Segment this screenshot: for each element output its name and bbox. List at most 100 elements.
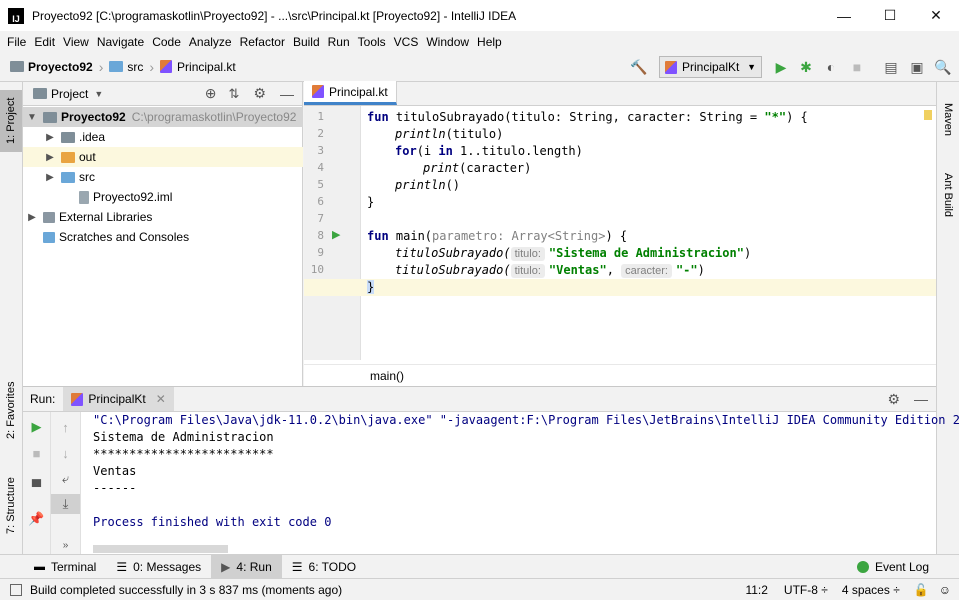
code-line-5[interactable]: println(): [395, 177, 460, 194]
scroll-to-end-icon[interactable]: ⤓: [51, 494, 80, 514]
run-tab[interactable]: PrincipalKt ✕: [63, 387, 174, 411]
stop-icon[interactable]: ■: [23, 443, 50, 463]
chevron-right-icon[interactable]: ▶: [43, 132, 57, 143]
file-encoding[interactable]: UTF-8 ÷: [784, 583, 828, 597]
menu-analyze[interactable]: Analyze: [185, 35, 236, 49]
code-line-8[interactable]: fun main(parametro: Array<String>) {: [367, 228, 627, 245]
menu-bar: File Edit View Navigate Code Analyze Ref…: [0, 31, 959, 52]
close-icon[interactable]: ✕: [156, 392, 166, 406]
tab-terminal[interactable]: ▬ Terminal: [24, 555, 106, 579]
editor-tab-principal[interactable]: Principal.kt: [304, 81, 397, 105]
favorites-tool-tab[interactable]: 2: Favorites: [0, 370, 22, 450]
tool-window-toggle-icon[interactable]: [10, 583, 22, 596]
close-button[interactable]: ✕: [913, 0, 959, 31]
terminal-window-icon[interactable]: ▣: [908, 58, 926, 76]
tree-item-label: out: [79, 150, 96, 164]
hide-panel-icon[interactable]: —: [280, 86, 294, 102]
run-gutter-icon[interactable]: ▶: [332, 228, 340, 241]
minimize-button[interactable]: —: [821, 0, 867, 31]
gear-icon[interactable]: ⚙: [887, 391, 900, 408]
chevron-down-icon[interactable]: ▼: [25, 112, 39, 123]
collapse-all-icon[interactable]: ⇅: [229, 86, 240, 102]
tree-item-src[interactable]: ▶ src: [23, 167, 303, 187]
run-icon[interactable]: ▶: [772, 58, 790, 76]
code-line-4[interactable]: print(caracter): [423, 160, 531, 177]
menu-file[interactable]: File: [3, 35, 30, 49]
breadcrumb-project[interactable]: Proyecto92: [28, 60, 93, 74]
menu-vcs[interactable]: VCS: [390, 35, 423, 49]
editor-breadcrumb-bar: main(): [304, 364, 936, 386]
tab-run[interactable]: ▶ 4: Run: [211, 554, 282, 579]
chevron-right-icon[interactable]: ▶: [43, 172, 57, 183]
event-log-tab[interactable]: Event Log: [847, 555, 939, 579]
line-number: 9: [317, 246, 324, 259]
status-message[interactable]: Build completed successfully in 3 s 837 …: [30, 583, 342, 597]
chevron-right-icon[interactable]: ▶: [25, 212, 39, 223]
menu-help[interactable]: Help: [473, 35, 506, 49]
caret-position[interactable]: 11:2: [745, 583, 767, 597]
structure-tool-tab[interactable]: 7: Structure: [0, 466, 22, 546]
tree-item-scratches[interactable]: Scratches and Consoles: [23, 227, 303, 247]
breadcrumb-file[interactable]: Principal.kt: [177, 60, 236, 74]
coverage-icon[interactable]: ◐: [822, 58, 840, 76]
tree-item-out[interactable]: ▶ out: [23, 147, 303, 167]
arrow-down-icon[interactable]: ↓: [51, 443, 80, 463]
gear-icon[interactable]: ⚙: [253, 85, 266, 102]
search-icon[interactable]: 🔍: [934, 58, 952, 76]
layout-icon[interactable]: ▀: [23, 476, 50, 496]
lock-icon[interactable]: 🔓: [914, 583, 929, 597]
arrow-up-icon[interactable]: ↑: [51, 417, 80, 437]
menu-view[interactable]: View: [59, 35, 93, 49]
tree-item-iml[interactable]: Proyecto92.iml: [23, 187, 303, 207]
breadcrumb-src[interactable]: src: [127, 60, 143, 74]
code-line-3[interactable]: for(i in 1..titulo.length): [395, 143, 583, 160]
code-line-6[interactable]: }: [367, 194, 374, 211]
code-line-1[interactable]: fun tituloSubrayado(titulo: String, cara…: [367, 109, 808, 126]
debug-icon[interactable]: ✱: [797, 58, 815, 76]
menu-tools[interactable]: Tools: [354, 35, 390, 49]
code-line-2[interactable]: println(titulo): [395, 126, 503, 143]
inspector-icon[interactable]: ☺: [939, 583, 951, 597]
hide-panel-icon[interactable]: —: [914, 391, 928, 407]
project-structure-icon[interactable]: ▤: [882, 58, 900, 76]
run-config-select[interactable]: PrincipalKt ▼: [659, 56, 762, 78]
horizontal-scrollbar[interactable]: [93, 545, 228, 553]
more-icon[interactable]: »: [51, 535, 80, 555]
project-tool-tab[interactable]: 1: Project: [0, 90, 22, 152]
kotlin-config-icon: [71, 392, 84, 406]
ant-build-tool-tab[interactable]: Ant Build: [937, 162, 959, 228]
soft-wrap-icon[interactable]: ⤶: [51, 469, 80, 489]
code-line-10[interactable]: tituloSubrayado(titulo: "Ventas", caracte…: [395, 262, 705, 279]
maven-tool-tab[interactable]: Maven: [937, 90, 959, 150]
todo-icon: ☰: [291, 559, 303, 574]
menu-run[interactable]: Run: [324, 35, 354, 49]
maximize-button[interactable]: ☐: [867, 0, 913, 31]
tree-item-project-root[interactable]: ▼ Proyecto92 C:\programaskotlin\Proyecto…: [23, 107, 303, 127]
tab-todo[interactable]: ☰ 6: TODO: [282, 555, 366, 579]
chevron-right-icon[interactable]: ▶: [43, 152, 57, 163]
console-line: Sistema de Administracion: [93, 430, 274, 444]
chevron-down-icon[interactable]: ▼: [94, 89, 103, 99]
tab-messages[interactable]: ☰ 0: Messages: [106, 555, 211, 579]
build-hammer-icon[interactable]: 🔨: [630, 58, 648, 76]
menu-refactor[interactable]: Refactor: [236, 35, 289, 49]
menu-edit[interactable]: Edit: [30, 35, 59, 49]
menu-build[interactable]: Build: [289, 35, 324, 49]
locate-icon[interactable]: ⊕: [205, 85, 217, 102]
project-view-select[interactable]: Project: [51, 87, 88, 101]
indent-setting[interactable]: 4 spaces ÷: [842, 583, 900, 597]
code-line-11[interactable]: }: [367, 279, 375, 296]
stop-icon[interactable]: ■: [848, 58, 866, 76]
pin-icon[interactable]: 📌: [23, 509, 50, 529]
editor-tab-label: Principal.kt: [329, 84, 388, 99]
console-line: *************************: [93, 447, 274, 461]
rerun-icon[interactable]: ▶: [23, 417, 50, 437]
code-line-9[interactable]: tituloSubrayado(titulo: "Sistema de Admin…: [395, 245, 751, 262]
editor-breadcrumb-main[interactable]: main(): [370, 369, 404, 383]
tree-item-idea[interactable]: ▶ .idea: [23, 127, 303, 147]
tree-item-label: External Libraries: [59, 210, 153, 224]
tree-item-external-libraries[interactable]: ▶ External Libraries: [23, 207, 303, 227]
menu-navigate[interactable]: Navigate: [93, 35, 148, 49]
menu-code[interactable]: Code: [148, 35, 185, 49]
menu-window[interactable]: Window: [422, 35, 473, 49]
